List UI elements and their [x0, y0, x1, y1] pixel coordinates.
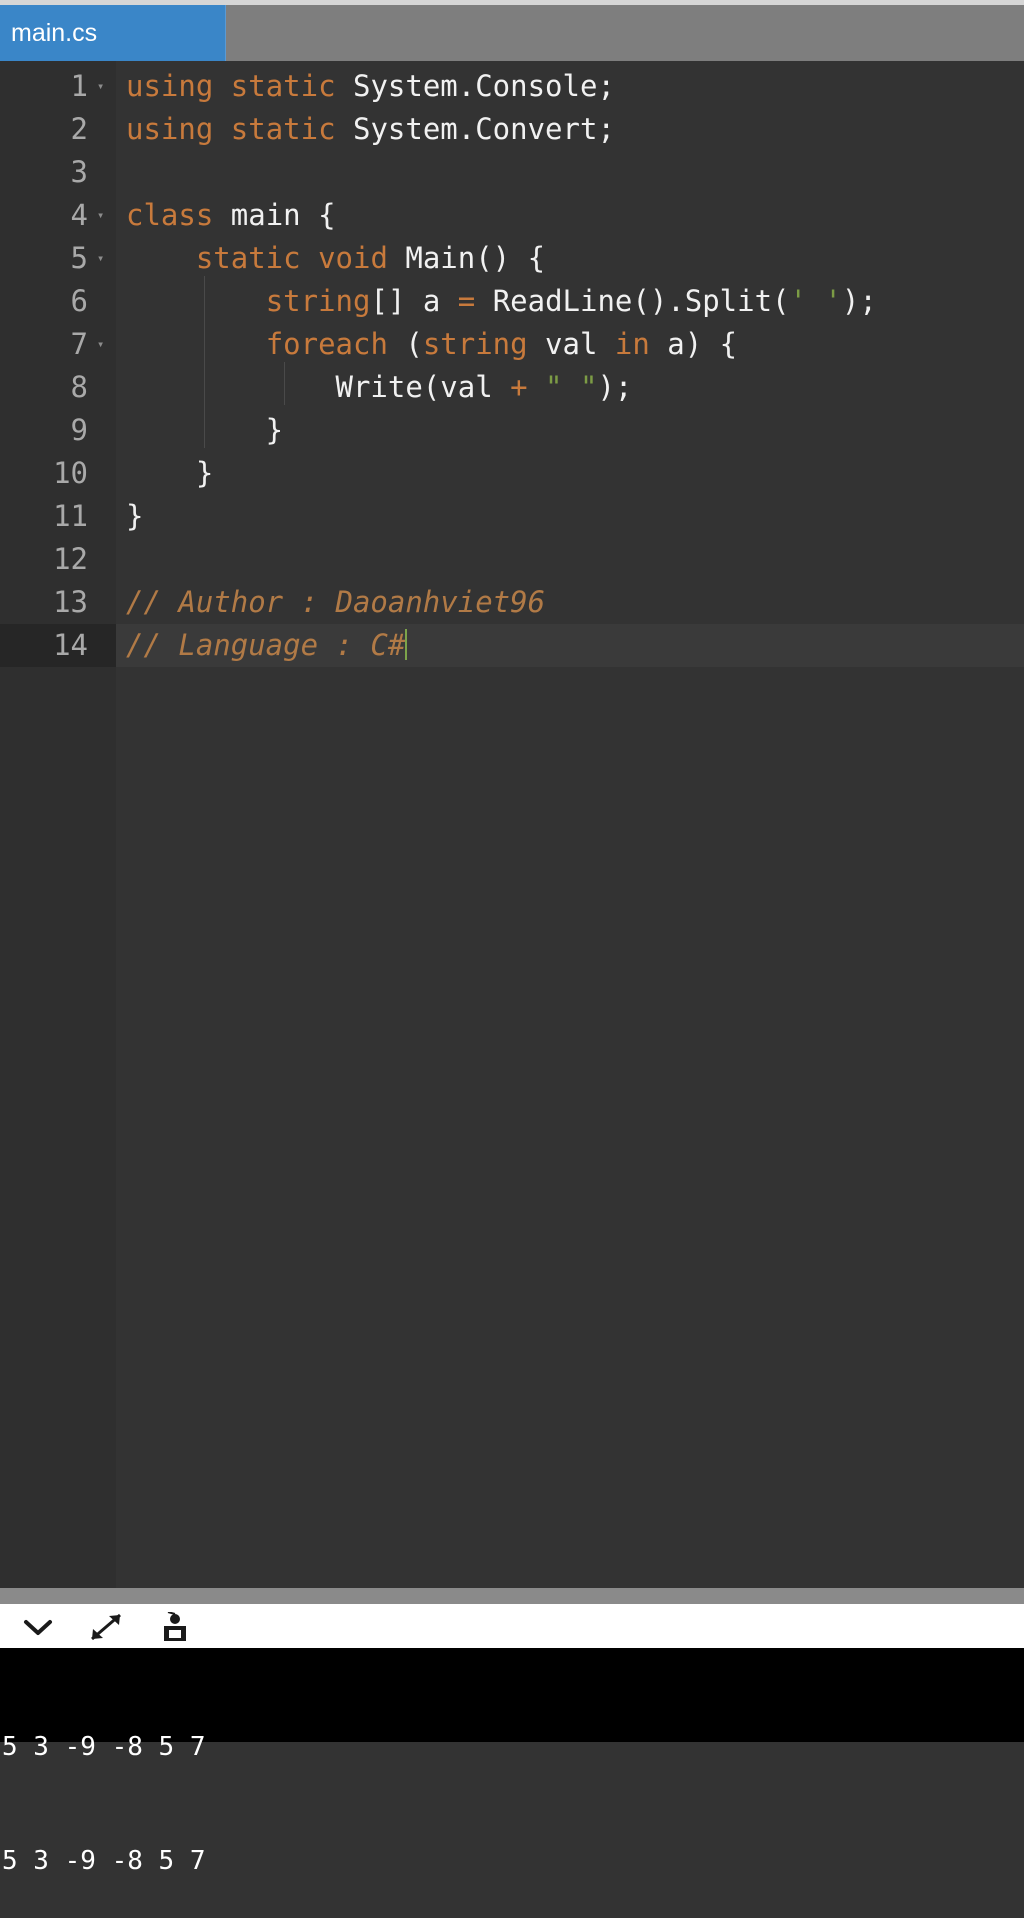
code-token: ReadLine().Split(: [475, 284, 790, 318]
code-token: void: [318, 241, 388, 275]
fold-arrow-icon[interactable]: ▾: [97, 237, 111, 280]
line-number: 9: [70, 413, 88, 447]
line-number: 14: [0, 624, 116, 667]
code-token: );: [597, 370, 633, 404]
code-token: System.Console;: [335, 69, 615, 103]
code-token: (: [387, 327, 423, 361]
code-token: class: [126, 198, 214, 232]
code-line[interactable]: 5 ▾ static void Main() {: [0, 237, 1024, 280]
code-token: static: [230, 69, 336, 103]
line-number: 8: [70, 370, 88, 404]
line-number: 2: [70, 112, 88, 146]
code-line[interactable]: 10 }: [0, 452, 1024, 495]
indent-guide: [284, 362, 285, 405]
code-line[interactable]: 12: [0, 538, 1024, 581]
expand-arrows-icon[interactable]: [86, 1612, 126, 1642]
code-token: val: [527, 327, 615, 361]
code-text: }: [126, 495, 143, 538]
text-cursor: [405, 629, 408, 660]
horizontal-scrollbar[interactable]: [0, 1588, 1024, 1604]
console-output: 5 3 -9 -8 5 7 5 3 -9 -8 5 7: [0, 1648, 1024, 1876]
fold-arrow-icon[interactable]: ▾: [97, 323, 111, 366]
code-token: ' ': [789, 284, 842, 318]
code-line[interactable]: 4 ▾ class main {: [0, 194, 1024, 237]
code-token: [] a: [370, 284, 458, 318]
console-line: 5 3 -9 -8 5 7: [2, 1732, 206, 1762]
code-text: // Author : Daoanhviet96: [126, 581, 545, 624]
code-token: // Author : Daoanhviet96: [126, 585, 546, 619]
code-text: class main {: [126, 194, 336, 237]
code-line[interactable]: 11}: [0, 495, 1024, 538]
code-token: }: [126, 456, 214, 490]
code-token: static: [230, 112, 336, 146]
code-token: using: [126, 112, 214, 146]
code-text: using static System.Convert;: [126, 108, 615, 151]
code-token: Main() {: [387, 241, 546, 275]
code-text: static void Main() {: [126, 237, 545, 280]
code-token: foreach: [265, 327, 388, 361]
code-token: a) {: [649, 327, 738, 361]
code-token: main {: [213, 198, 336, 232]
tab-main-cs[interactable]: main.cs: [0, 5, 226, 61]
code-line[interactable]: 2 using static System.Convert;: [0, 108, 1024, 151]
code-token: using: [126, 69, 214, 103]
indent-guide: [204, 276, 205, 448]
run-save-icon[interactable]: [156, 1611, 196, 1642]
fold-arrow-icon[interactable]: ▾: [97, 194, 111, 237]
code-token: // Language : C#: [126, 628, 406, 662]
code-token: static: [195, 241, 301, 275]
code-token: in: [614, 327, 650, 361]
code-token: }: [126, 499, 144, 533]
code-token: =: [457, 284, 476, 318]
code-text: string[] a = ReadLine().Split(' ');: [126, 280, 877, 323]
line-number: 12: [53, 542, 88, 576]
code-line[interactable]: 7 ▾ foreach (string val in a) {: [0, 323, 1024, 366]
code-line[interactable]: 8 Write(val + " ");: [0, 366, 1024, 409]
code-token: string: [422, 327, 528, 361]
code-token: System.Convert;: [335, 112, 615, 146]
code-text: using static System.Console;: [126, 65, 615, 108]
code-line[interactable]: 6 string[] a = ReadLine().Split(' ');: [0, 280, 1024, 323]
code-text: // Language : C#: [126, 624, 408, 667]
code-line[interactable]: 9 }: [0, 409, 1024, 452]
code-text: Write(val + " ");: [126, 366, 633, 409]
code-text: }: [126, 452, 213, 495]
line-number: 6: [70, 284, 88, 318]
code-line[interactable]: 3: [0, 151, 1024, 194]
console-toolbar: [0, 1604, 1024, 1648]
line-number: 3: [70, 155, 88, 189]
code-line[interactable]: 13 // Author : Daoanhviet96: [0, 581, 1024, 624]
line-number: 10: [53, 456, 88, 490]
console-line: 5 3 -9 -8 5 7: [2, 1846, 206, 1876]
code-token: string: [265, 284, 371, 318]
code-editor[interactable]: 1 ▾ using static System.Console; 2 using sta…: [0, 61, 1024, 1588]
code-token: Write(val: [126, 370, 511, 404]
line-number: 11: [53, 499, 88, 533]
code-line[interactable]: 1 ▾ using static System.Console;: [0, 65, 1024, 108]
tab-bar: main.cs: [0, 5, 1024, 61]
code-text: foreach (string val in a) {: [126, 323, 737, 366]
code-token: +: [510, 370, 528, 404]
code-line[interactable]: 14 // Language : C#: [0, 624, 1024, 667]
fold-arrow-icon[interactable]: ▾: [97, 65, 111, 108]
code-token: );: [841, 284, 877, 318]
line-number: 13: [53, 585, 88, 619]
code-token: " ": [545, 370, 598, 404]
collapse-chevron-icon[interactable]: [18, 1612, 58, 1642]
